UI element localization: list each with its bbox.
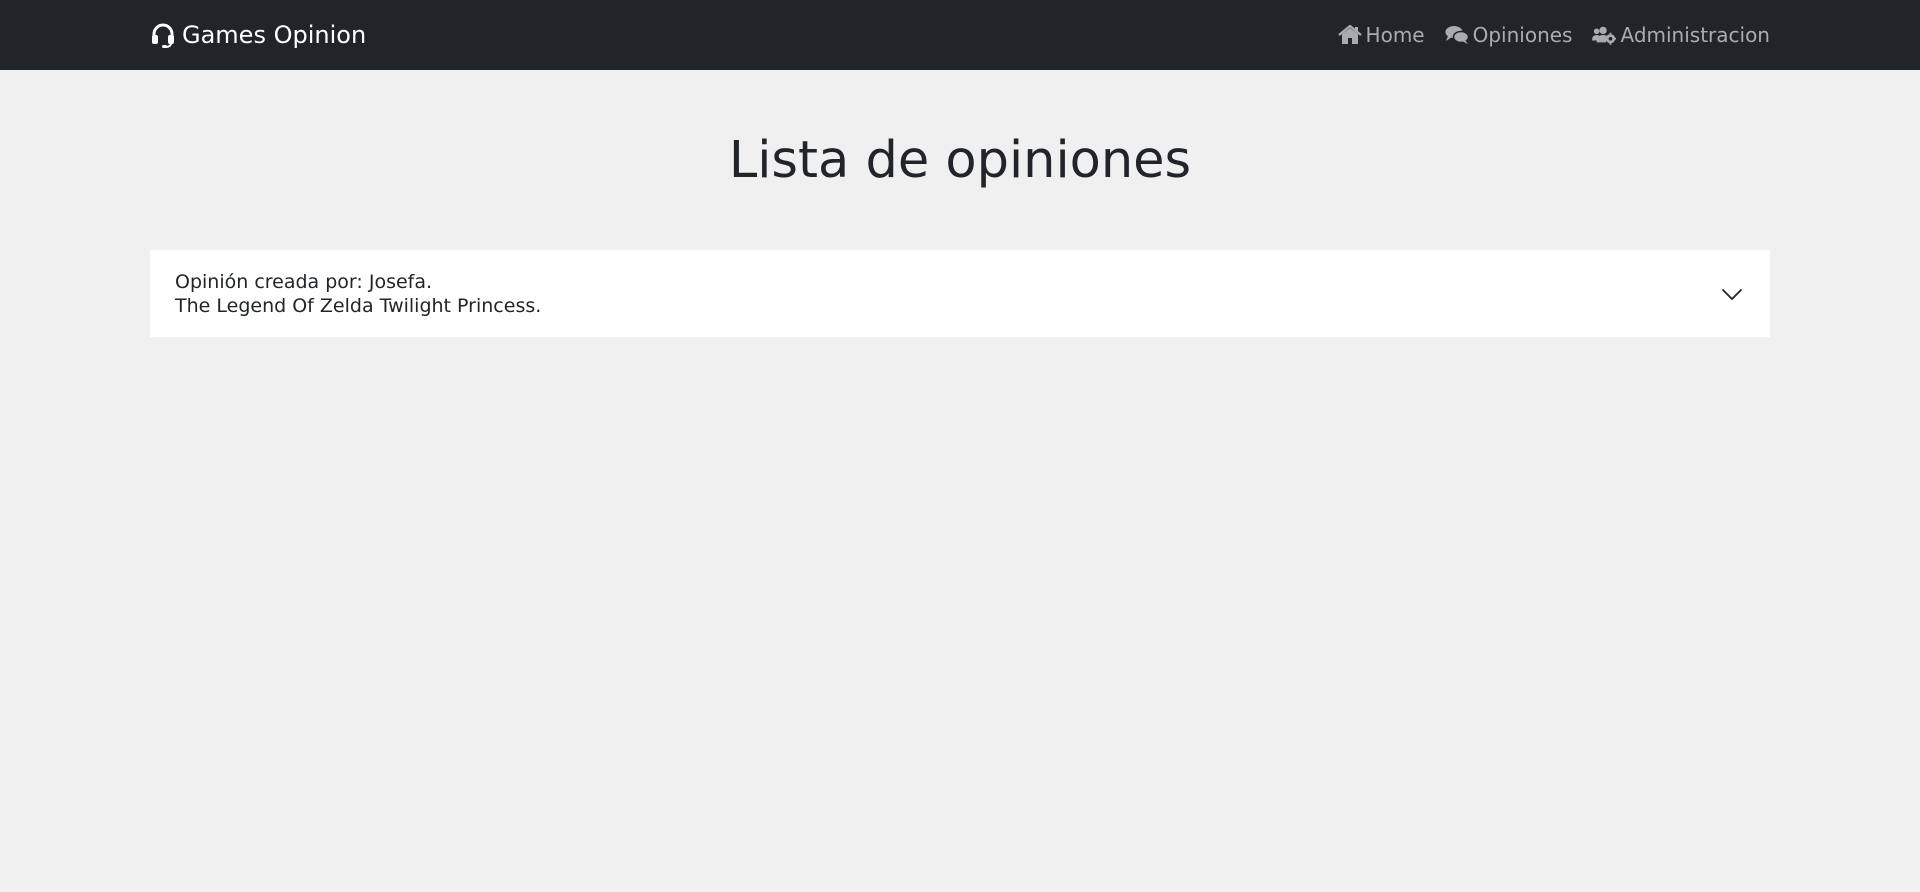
nav-item-home-label: Home [1365,23,1425,47]
top-navbar: Games Opinion Home Opiniones Administrac… [0,0,1920,70]
brand-label: Games Opinion [182,21,367,49]
opinion-accordion-item[interactable]: Opinión creada por: Josefa. The Legend O… [150,250,1770,337]
home-icon [1337,24,1362,46]
page-title: Lista de opiniones [728,131,1192,190]
nav-item-administracion-label: Administracion [1620,23,1770,47]
opinion-author-line: Opinión creada por: Josefa. [175,271,433,293]
nav-item-administracion[interactable]: Administracion [1592,23,1770,47]
comments-icon [1445,24,1469,46]
nav-item-opiniones[interactable]: Opiniones [1445,23,1573,47]
users-cog-icon [1592,24,1617,46]
brand-link[interactable]: Games Opinion [150,0,366,70]
opinion-summary: Opinión creada por: Josefa. The Legend O… [175,270,541,318]
opinion-game-line: The Legend Of Zelda Twilight Princess. [175,295,542,317]
nav-item-home[interactable]: Home [1337,23,1425,47]
nav-item-opiniones-label: Opiniones [1472,23,1573,47]
chevron-down-icon[interactable] [1720,283,1744,305]
headset-icon [150,22,176,48]
nav-menu: Home Opiniones Administracion [1318,0,1770,70]
